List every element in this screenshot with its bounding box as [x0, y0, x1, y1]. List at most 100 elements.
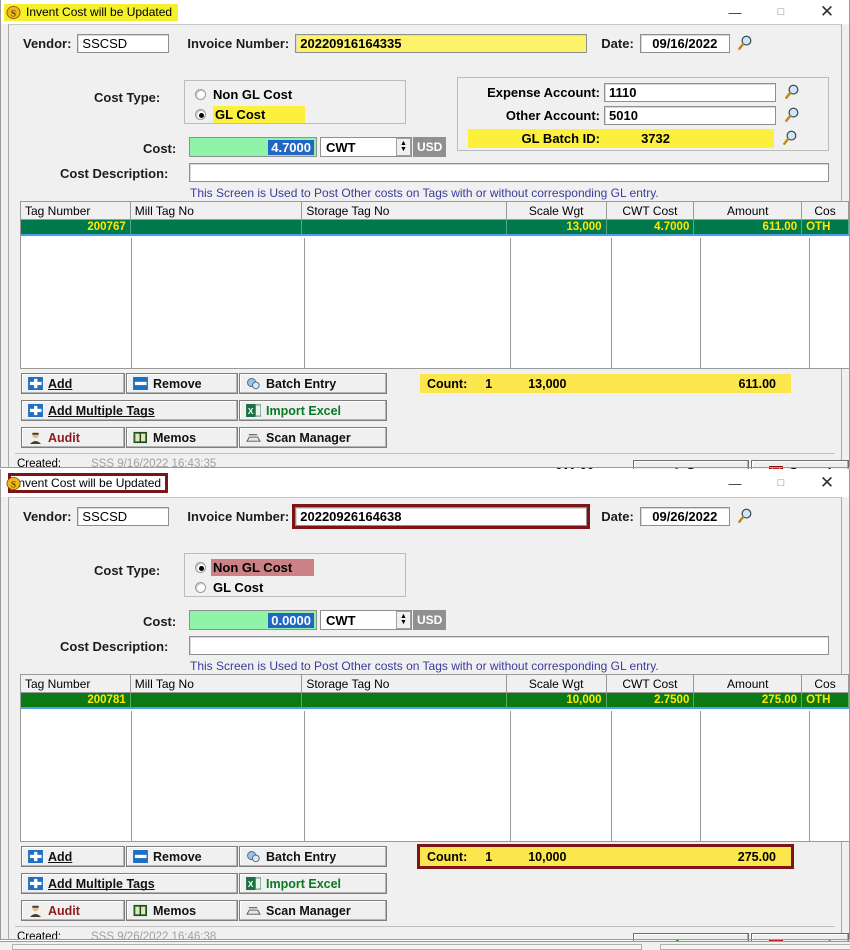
close-icon[interactable]: ✕ [804, 471, 850, 495]
tags-grid[interactable]: Tag Number Mill Tag No Storage Tag No Sc… [20, 674, 850, 842]
memos-button[interactable]: Memos [126, 900, 238, 921]
minimize-icon[interactable]: — [712, 471, 758, 495]
title-highlight: Invent Cost will be Updated [8, 473, 169, 493]
grid-cell-tag-number: 200767 [21, 220, 131, 234]
expense-account-input[interactable]: 1110 [604, 82, 776, 102]
import-excel-button[interactable]: X Import Excel [239, 400, 387, 421]
remove-button-label: Remove [153, 376, 202, 391]
cost-description-input[interactable] [189, 636, 829, 655]
tags-grid[interactable]: Tag Number Mill Tag No Storage Tag No Sc… [20, 201, 850, 369]
add-multiple-tags-button[interactable]: Add Multiple Tags [21, 400, 238, 421]
grid-column-divider [700, 711, 701, 841]
import-excel-button-label: Import Excel [266, 876, 342, 891]
radio-label: Non GL Cost [213, 86, 293, 102]
maximize-icon[interactable]: □ [758, 471, 804, 495]
add-button[interactable]: Add [21, 846, 125, 867]
invoice-number-label: Invoice Number: [187, 35, 290, 51]
grid-header-cell[interactable]: Cos [802, 202, 849, 219]
cost-type-group: Non GL Cost GL Cost [184, 553, 406, 597]
grid-header-cell[interactable]: CWT Cost [606, 202, 695, 219]
remove-button[interactable]: Remove [126, 846, 238, 867]
date-magnifier-icon[interactable] [736, 507, 755, 526]
date-magnifier-icon[interactable] [736, 34, 755, 53]
cost-description-label: Cost Description: [60, 639, 169, 654]
radio-gl-cost[interactable]: GL Cost [185, 105, 405, 123]
remove-button[interactable]: Remove [126, 373, 238, 394]
grid-header-cell[interactable]: Tag Number [21, 675, 131, 692]
other-account-magnifier-icon[interactable] [783, 106, 802, 125]
scan-manager-button[interactable]: Scan Manager [239, 427, 387, 448]
cost-uom-select[interactable]: CWT ▲ ▼ [320, 137, 412, 157]
grid-cell-scale-wgt: 10,000 [507, 693, 607, 707]
maximize-icon[interactable]: □ [758, 0, 804, 24]
add-button[interactable]: Add [21, 373, 125, 394]
spinner-updown-icon[interactable]: ▲ ▼ [396, 611, 411, 629]
grid-header-cell[interactable]: Amount [694, 675, 803, 692]
grid-header-cell[interactable]: Scale Wgt [506, 202, 607, 219]
cost-value: 0.0000 [268, 612, 314, 628]
gl-batch-id-magnifier-icon[interactable] [781, 129, 800, 148]
table-row[interactable]: 200781 10,000 2.7500 275.00 OTH [21, 693, 849, 709]
other-account-input[interactable]: 5010 [604, 105, 776, 125]
add-multiple-tags-button[interactable]: Add Multiple Tags [21, 873, 238, 894]
grid-header-cell[interactable]: Mill Tag No [130, 202, 303, 219]
radio-indicator[interactable] [195, 581, 206, 593]
date-input[interactable]: 09/16/2022 [639, 33, 730, 53]
grid-empty-area[interactable] [21, 711, 849, 841]
svg-text:S: S [11, 9, 16, 19]
grid-header-cell[interactable]: CWT Cost [606, 675, 695, 692]
audit-button[interactable]: Audit [21, 900, 125, 921]
title-bar[interactable]: S Invent Cost will be Updated — □ ✕ [0, 0, 850, 24]
grid-column-divider [809, 711, 810, 841]
invoice-number-label: Invoice Number: [187, 508, 290, 524]
grid-cell-cost-type: OTH [802, 220, 849, 234]
cost-uom-select[interactable]: CWT ▲ ▼ [320, 610, 412, 630]
grid-cell-storage-tag-no [302, 693, 507, 707]
radio-indicator[interactable] [195, 108, 206, 120]
cost-input[interactable]: 4.7000 [189, 137, 317, 157]
grid-header-cell[interactable]: Storage Tag No [302, 202, 507, 219]
close-icon[interactable]: ✕ [804, 0, 850, 24]
minus-blue-icon [133, 850, 148, 863]
cost-input[interactable]: 0.0000 [189, 610, 317, 630]
batch-entry-button[interactable]: Batch Entry [239, 373, 387, 394]
grid-cell-cost-type: OTH [802, 693, 849, 707]
vendor-input[interactable]: SSCSD [77, 506, 170, 526]
invoice-number-input[interactable]: 20220916164335 [295, 33, 588, 53]
expense-account-magnifier-icon[interactable] [783, 83, 802, 102]
table-row[interactable]: 200767 13,000 4.7000 611.00 OTH [21, 220, 849, 236]
grid-empty-area[interactable] [21, 238, 849, 368]
vendor-input[interactable]: SSCSD [77, 33, 170, 53]
window-body: Vendor: SSCSD Invoice Number: 2022091616… [8, 24, 850, 485]
grid-header-cell[interactable]: Scale Wgt [506, 675, 607, 692]
minimize-icon[interactable]: — [712, 0, 758, 24]
grid-cell-mill-tag-no [131, 693, 303, 707]
batch-entry-button[interactable]: Batch Entry [239, 846, 387, 867]
spinner-updown-icon[interactable]: ▲ ▼ [396, 138, 411, 156]
background-window-sliver[interactable] [0, 941, 850, 950]
gl-batch-id-value: 3732 [641, 130, 670, 146]
grid-header-cell[interactable]: Tag Number [21, 202, 131, 219]
radio-non-gl-cost[interactable]: Non GL Cost [185, 85, 405, 103]
grid-header-cell[interactable]: Amount [694, 202, 803, 219]
radio-gl-cost[interactable]: GL Cost [185, 578, 405, 596]
audit-button[interactable]: Audit [21, 427, 125, 448]
grid-header-cell[interactable]: Mill Tag No [130, 675, 303, 692]
date-input[interactable]: 09/26/2022 [639, 506, 730, 526]
memos-button[interactable]: Memos [126, 427, 238, 448]
cost-description-input[interactable] [189, 163, 829, 182]
add-multiple-tags-button-label: Add Multiple Tags [48, 403, 155, 418]
audit-button-label: Audit [48, 903, 80, 918]
scanner-icon [246, 434, 261, 442]
grid-header-cell[interactable]: Cos [802, 675, 849, 692]
grid-header-cell[interactable]: Storage Tag No [302, 675, 507, 692]
header-fields-row: Vendor: SSCSD Invoice Number: 2022092616… [9, 500, 841, 532]
import-excel-button[interactable]: X Import Excel [239, 873, 387, 894]
radio-indicator[interactable] [195, 561, 206, 573]
radio-non-gl-cost[interactable]: Non GL Cost [185, 558, 405, 576]
audit-person-icon [29, 905, 42, 917]
scan-manager-button[interactable]: Scan Manager [239, 900, 387, 921]
radio-indicator[interactable] [195, 88, 206, 100]
invoice-number-input[interactable]: 20220926164638 [292, 503, 591, 529]
title-bar[interactable]: Invent Cost will be Updated S — □ ✕ [0, 469, 850, 497]
